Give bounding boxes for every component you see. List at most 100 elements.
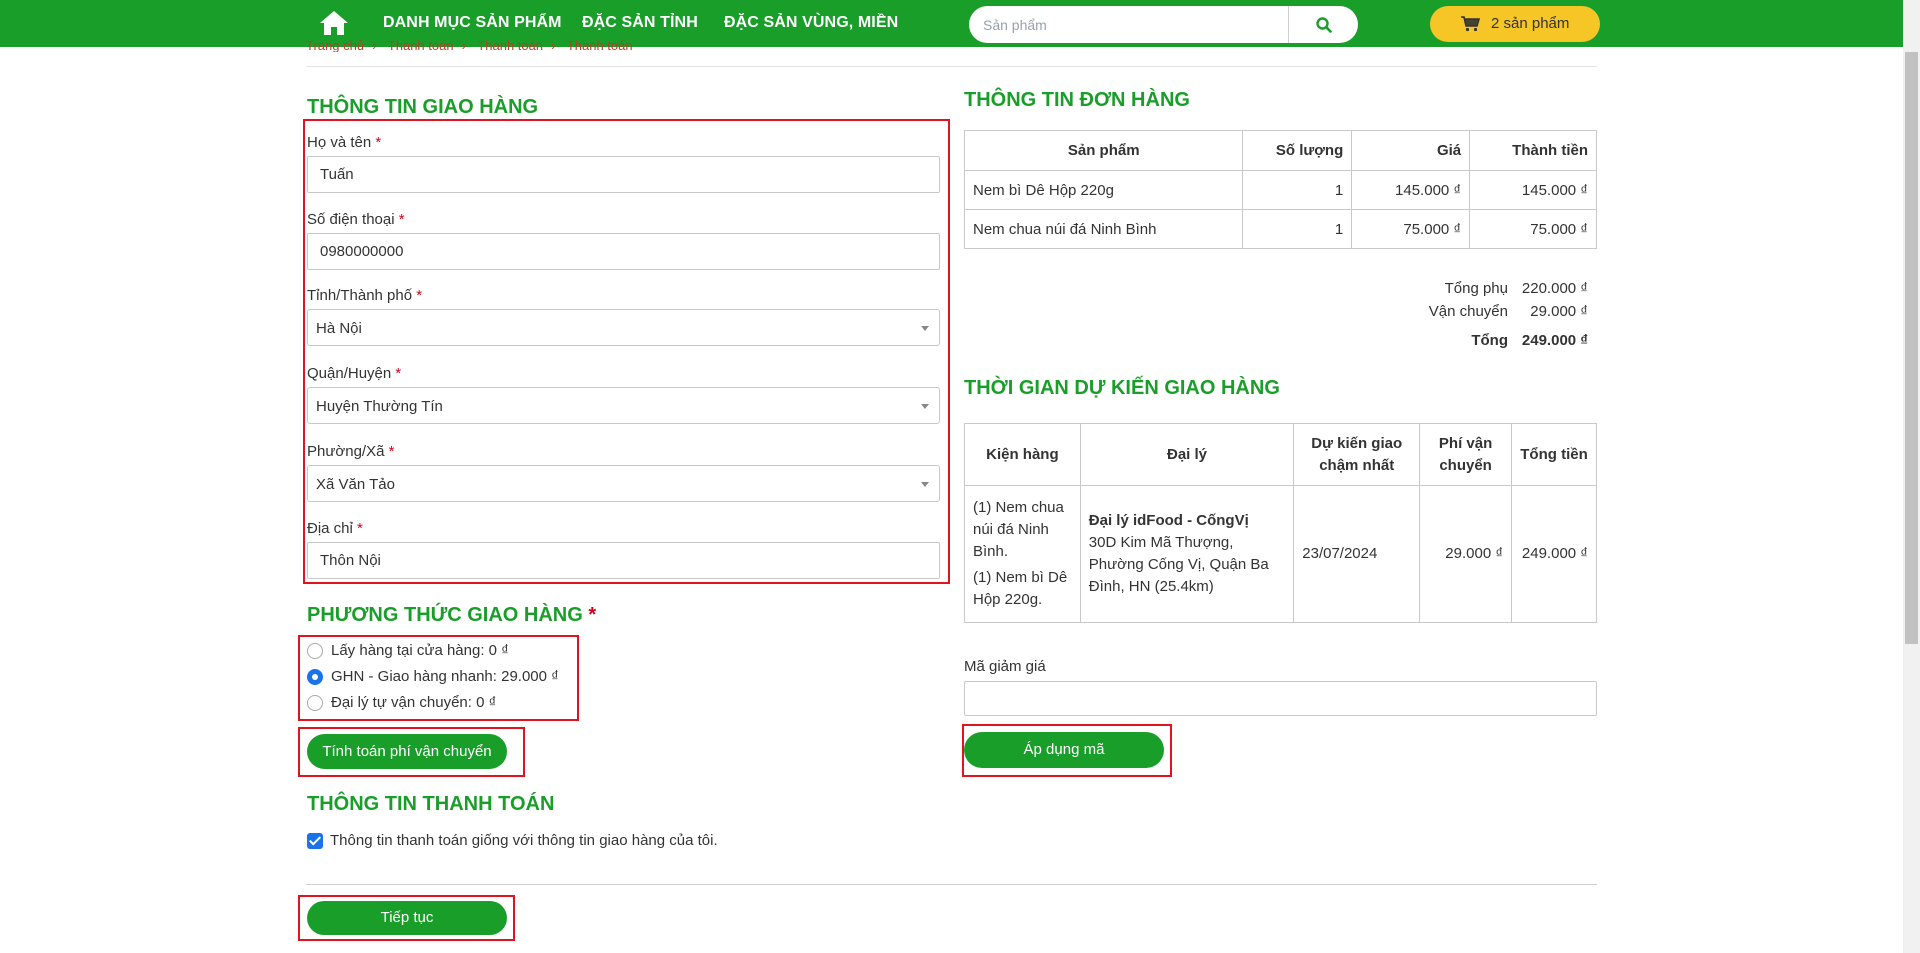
packages-cell: (1) Nem chua núi đá Ninh Bình. (1) Nem b… bbox=[964, 485, 1081, 623]
same-as-shipping-checkbox[interactable] bbox=[307, 833, 323, 849]
radio-button[interactable] bbox=[307, 643, 323, 659]
product-name-cell: Nem bì Dê Hộp 220g bbox=[963, 170, 1244, 210]
package-item: (1) Nem chua núi đá Ninh Bình. bbox=[973, 499, 1064, 560]
breadcrumb: Trang chủ › Thanh toán › Thanh toán › Thanh… bbox=[306, 38, 641, 52]
package-item: (1) Nem bì Dê Hộp 220g. bbox=[973, 569, 1068, 608]
column-header: Phí vận chuyển bbox=[1419, 423, 1513, 486]
ward-label: Phường/Xã * bbox=[307, 443, 395, 460]
total-label: Tổng bbox=[1471, 332, 1508, 349]
order-info-title: THÔNG TIN ĐƠN HÀNG bbox=[964, 89, 1190, 111]
total-value: 249.000 ₫ bbox=[1521, 332, 1588, 349]
agent-cell: Đại lý idFood - CốngVị 30D Kim Mã Thượng… bbox=[1079, 485, 1295, 623]
line-total-cell: 145.000 ₫ bbox=[1469, 170, 1597, 210]
nav-link-regional-specialties[interactable]: ĐẶC SẢN VÙNG, MIỀN bbox=[724, 14, 898, 32]
agent-address: 30D Kim Mã Thượng, Phường Cống Vị, Quận … bbox=[1088, 534, 1269, 595]
table-row: Nem chua núi đá Ninh Bình 1 75.000 ₫ 75.… bbox=[963, 209, 1597, 249]
delivery-time-title: THỜI GIAN DỰ KIẾN GIAO HÀNG bbox=[964, 377, 1280, 399]
column-header: Kiện hàng bbox=[964, 423, 1081, 486]
shipping-option-label: Lấy hàng tại cửa hàng: 0 ₫ bbox=[331, 642, 509, 659]
district-label: Quận/Huyện * bbox=[307, 365, 402, 382]
breadcrumb-item: Thanh toán bbox=[566, 38, 633, 52]
district-select[interactable]: Huyện Thường Tín bbox=[307, 387, 940, 424]
shipping-info-title: THÔNG TIN GIAO HÀNG bbox=[307, 96, 539, 118]
radio-button-selected[interactable] bbox=[307, 669, 323, 685]
breadcrumb-separator: › bbox=[461, 38, 466, 52]
shipping-option-label: GHN - Giao hàng nhanh: 29.000 ₫ bbox=[331, 668, 559, 685]
coupon-label: Mã giảm giá bbox=[964, 658, 1046, 675]
column-header: Số lượng bbox=[1242, 130, 1353, 171]
fee-cell: 29.000 ₫ bbox=[1419, 485, 1513, 623]
subtotal-value: 220.000 ₫ bbox=[1521, 280, 1588, 297]
scrollbar-thumb[interactable] bbox=[1905, 52, 1918, 644]
quantity-cell: 1 bbox=[1242, 170, 1353, 210]
total-row: Tổng 249.000 ₫ bbox=[1300, 332, 1588, 350]
column-header: Sản phẩm bbox=[963, 130, 1244, 171]
total-cell: 249.000 ₫ bbox=[1511, 485, 1597, 623]
cart-count-label: 2 sản phẩm bbox=[1491, 15, 1570, 32]
chevron-down-icon bbox=[921, 404, 929, 409]
search-input[interactable] bbox=[983, 15, 1283, 35]
address-label: Địa chỉ * bbox=[307, 520, 363, 537]
column-header: Giá bbox=[1351, 130, 1471, 171]
home-icon[interactable] bbox=[318, 9, 350, 37]
nav-link-product-catalog[interactable]: DANH MỤC SẢN PHẨM bbox=[383, 14, 562, 32]
cart-button[interactable]: 2 sản phẩm bbox=[1430, 6, 1600, 42]
subtotal-label: Tổng phụ bbox=[1444, 280, 1508, 297]
payment-info-title: THÔNG TIN THANH TOÁN bbox=[307, 793, 555, 815]
table-header-row: Sản phẩm Số lượng Giá Thành tiền bbox=[963, 130, 1597, 171]
column-header: Thành tiền bbox=[1469, 130, 1597, 171]
chevron-down-icon bbox=[921, 482, 929, 487]
ward-select[interactable]: Xã Văn Tảo bbox=[307, 465, 940, 502]
eta-cell: 23/07/2024 bbox=[1293, 485, 1421, 623]
radio-button[interactable] bbox=[307, 695, 323, 711]
nav-link-province-specialties[interactable]: ĐẶC SẢN TỈNH bbox=[582, 14, 698, 32]
breadcrumb-separator: › bbox=[551, 38, 556, 52]
line-total-cell: 75.000 ₫ bbox=[1469, 209, 1597, 249]
search-box bbox=[969, 6, 1358, 43]
phone-input[interactable] bbox=[307, 233, 940, 270]
delivery-table: Kiện hàng Đại lý Dự kiến giao chậm nhất … bbox=[964, 423, 1597, 623]
agent-name: Đại lý idFood - CốngVị bbox=[1088, 512, 1249, 529]
district-select-value: Huyện Thường Tín bbox=[316, 398, 443, 415]
column-header: Đại lý bbox=[1079, 423, 1295, 486]
page-scrollbar[interactable] bbox=[1903, 0, 1920, 953]
phone-label: Số điện thoại * bbox=[307, 211, 405, 228]
search-button[interactable] bbox=[1289, 6, 1358, 43]
order-table: Sản phẩm Số lượng Giá Thành tiền Nem bì … bbox=[963, 130, 1597, 249]
divider bbox=[306, 884, 1597, 885]
province-select-value: Hà Nội bbox=[316, 320, 362, 337]
name-input[interactable] bbox=[307, 156, 940, 193]
price-cell: 145.000 ₫ bbox=[1351, 170, 1471, 210]
shipping-fee-value: 29.000 ₫ bbox=[1530, 303, 1588, 320]
chevron-down-icon bbox=[921, 326, 929, 331]
coupon-input[interactable] bbox=[964, 681, 1597, 716]
subtotal-row: Tổng phụ 220.000 ₫ bbox=[1300, 280, 1588, 298]
apply-coupon-button[interactable]: Áp dụng mã bbox=[964, 732, 1164, 768]
cart-icon bbox=[1461, 16, 1481, 32]
province-label: Tỉnh/Thành phố * bbox=[307, 287, 423, 304]
breadcrumb-item[interactable]: Thanh toán bbox=[477, 38, 543, 52]
ward-select-value: Xã Văn Tảo bbox=[316, 476, 395, 493]
search-icon bbox=[1316, 17, 1332, 33]
shipping-method-title: PHƯƠNG THỨC GIAO HÀNG * bbox=[307, 604, 597, 626]
same-as-shipping-label: Thông tin thanh toán giống với thông tin… bbox=[330, 832, 718, 849]
divider bbox=[306, 66, 1597, 67]
breadcrumb-separator: › bbox=[372, 38, 377, 52]
breadcrumb-item[interactable]: Thanh toán bbox=[388, 38, 454, 52]
table-row: (1) Nem chua núi đá Ninh Bình. (1) Nem b… bbox=[964, 485, 1597, 623]
province-select[interactable]: Hà Nội bbox=[307, 309, 940, 346]
breadcrumb-item[interactable]: Trang chủ bbox=[306, 38, 364, 52]
calculate-shipping-button[interactable]: Tính toán phí vận chuyển bbox=[307, 734, 507, 769]
shipping-option-label: Đại lý tự vận chuyển: 0 ₫ bbox=[331, 694, 497, 711]
top-navbar: DANH MỤC SẢN PHẨM ĐẶC SẢN TỈNH ĐẶC SẢN V… bbox=[0, 0, 1903, 47]
product-name-cell: Nem chua núi đá Ninh Bình bbox=[963, 209, 1244, 249]
shipping-fee-label: Vận chuyển bbox=[1428, 303, 1508, 320]
address-input[interactable] bbox=[307, 542, 940, 579]
shipping-fee-row: Vận chuyển 29.000 ₫ bbox=[1300, 303, 1588, 321]
column-header: Tổng tiền bbox=[1511, 423, 1597, 486]
name-label: Họ và tên * bbox=[307, 134, 382, 151]
price-cell: 75.000 ₫ bbox=[1351, 209, 1471, 249]
table-row: Nem bì Dê Hộp 220g 1 145.000 ₫ 145.000 ₫ bbox=[963, 170, 1597, 210]
quantity-cell: 1 bbox=[1242, 209, 1353, 249]
continue-button[interactable]: Tiếp tục bbox=[307, 901, 507, 935]
